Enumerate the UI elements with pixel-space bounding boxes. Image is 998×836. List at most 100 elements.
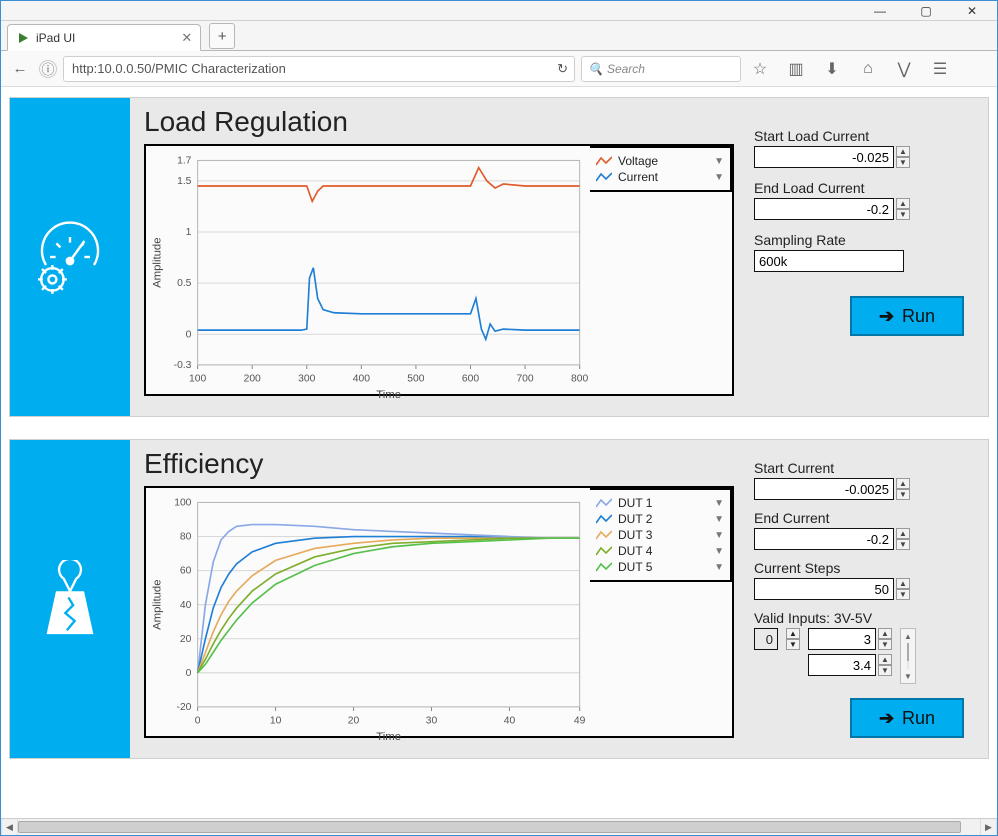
legend-item[interactable]: DUT 2 ▼ — [596, 512, 724, 526]
browser-tab[interactable]: iPad UI ✕ — [7, 24, 201, 51]
page-content: Load Regulation -0.300.511.51.7100200300… — [1, 87, 997, 835]
search-placeholder: Search — [607, 62, 645, 76]
run-button-label: Run — [902, 708, 935, 729]
library-icon[interactable]: ▥ — [783, 56, 809, 82]
downloads-icon[interactable]: ⬇ — [819, 56, 845, 82]
legend-item[interactable]: DUT 4 ▼ — [596, 544, 724, 558]
chart-column: Efficiency -2002040608010001020304049Tim… — [144, 446, 734, 744]
scroll-left-button[interactable]: ◀ — [1, 819, 18, 835]
search-bar[interactable]: 🔍 Search — [581, 56, 741, 82]
spin-down-button[interactable]: ▼ — [878, 665, 892, 676]
legend-swatch-icon — [596, 545, 612, 557]
browser-window: — ▢ ✕ iPad UI ✕ + ← ⓘ ↻ 🔍 Search ☆ ▥ ⬇ ⌂ — [0, 0, 998, 836]
legend-item[interactable]: DUT 1 ▼ — [596, 496, 724, 510]
identity-icon[interactable]: ⓘ — [39, 60, 57, 78]
scroll-down-button[interactable]: ▼ — [901, 669, 915, 683]
svg-text:1: 1 — [186, 227, 192, 238]
svg-text:10: 10 — [270, 715, 282, 726]
index-spin-down[interactable]: ▼ — [786, 639, 800, 650]
spin-down-button[interactable]: ▼ — [896, 209, 910, 220]
valid-inputs-index[interactable]: 0 — [754, 628, 778, 650]
tab-close-icon[interactable]: ✕ — [181, 30, 192, 46]
spin-up-button[interactable]: ▲ — [896, 198, 910, 209]
spin-down-button[interactable]: ▼ — [896, 589, 910, 600]
spin-up-button[interactable]: ▲ — [878, 628, 892, 639]
spin-down-button[interactable]: ▼ — [896, 539, 910, 550]
panel-title: Efficiency — [144, 448, 734, 480]
window-minimize-button[interactable]: — — [857, 1, 903, 20]
bookmark-star-icon[interactable]: ☆ — [747, 56, 773, 82]
legend-dropdown-icon[interactable]: ▼ — [714, 498, 724, 509]
window-maximize-button[interactable]: ▢ — [903, 1, 949, 20]
spin-up-button[interactable]: ▲ — [896, 578, 910, 589]
page-viewport: Load Regulation -0.300.511.51.7100200300… — [1, 87, 997, 835]
sampling-rate-label: Sampling Rate — [754, 232, 974, 248]
panel-icon-stripe — [10, 98, 130, 416]
legend-item[interactable]: DUT 5 ▼ — [596, 560, 724, 574]
run-button[interactable]: ➔ Run — [850, 296, 964, 336]
spin-up-button[interactable]: ▲ — [896, 478, 910, 489]
svg-text:Time: Time — [376, 731, 401, 743]
valid-inputs-row: 0 ▲ ▼ ▲▼ ▲▼ ▲ — [754, 628, 974, 684]
legend-item[interactable]: DUT 3 ▼ — [596, 528, 724, 542]
url-bar[interactable]: ↻ — [63, 56, 575, 82]
url-input[interactable] — [70, 60, 557, 77]
legend-dropdown-icon[interactable]: ▼ — [714, 172, 724, 183]
reload-icon[interactable]: ↻ — [557, 61, 568, 77]
spin-up-button[interactable]: ▲ — [896, 528, 910, 539]
legend-item[interactable]: Voltage ▼ — [596, 154, 724, 168]
new-tab-button[interactable]: + — [209, 23, 235, 49]
legend-dropdown-icon[interactable]: ▼ — [714, 562, 724, 573]
spin-down-button[interactable]: ▼ — [896, 157, 910, 168]
index-spin-up[interactable]: ▲ — [786, 628, 800, 639]
legend-dropdown-icon[interactable]: ▼ — [714, 156, 724, 167]
legend-label: DUT 2 — [618, 512, 652, 526]
gauge-gear-icon — [30, 217, 110, 297]
svg-text:700: 700 — [516, 373, 533, 384]
svg-text:500: 500 — [407, 373, 424, 384]
svg-text:80: 80 — [180, 532, 192, 543]
valid-inputs-scrollbar[interactable]: ▲ ▼ — [900, 628, 916, 684]
spin-up-button[interactable]: ▲ — [896, 146, 910, 157]
end-load-current-input[interactable] — [754, 198, 894, 220]
current-steps-input[interactable] — [754, 578, 894, 600]
legend-dropdown-icon[interactable]: ▼ — [714, 546, 724, 557]
start-load-current-input[interactable] — [754, 146, 894, 168]
end-current-input[interactable] — [754, 528, 894, 550]
legend-dropdown-icon[interactable]: ▼ — [714, 514, 724, 525]
current-steps-label: Current Steps — [754, 560, 974, 576]
legend-label: DUT 1 — [618, 496, 652, 510]
legend-label: Voltage — [618, 154, 658, 168]
svg-text:40: 40 — [180, 600, 192, 611]
legend-label: DUT 3 — [618, 528, 652, 542]
plot-area[interactable]: -2002040608010001020304049TimeAmplitude — [146, 488, 590, 736]
svg-text:-20: -20 — [177, 702, 192, 713]
svg-text:40: 40 — [504, 715, 516, 726]
horizontal-scrollbar[interactable]: ◀ ▶ — [1, 818, 997, 835]
legend-swatch-icon — [596, 561, 612, 573]
start-current-input[interactable] — [754, 478, 894, 500]
scroll-up-button[interactable]: ▲ — [901, 629, 915, 643]
valid-input-1[interactable] — [808, 654, 876, 676]
back-button[interactable]: ← — [7, 56, 33, 82]
sampling-rate-input[interactable] — [754, 250, 904, 272]
svg-text:1.7: 1.7 — [177, 156, 192, 167]
weight-crack-icon — [31, 560, 109, 638]
plot-area[interactable]: -0.300.511.51.7100200300400500600700800T… — [146, 146, 590, 394]
svg-text:600: 600 — [462, 373, 479, 384]
spin-up-button[interactable]: ▲ — [878, 654, 892, 665]
scroll-right-button[interactable]: ▶ — [980, 819, 997, 835]
spin-down-button[interactable]: ▼ — [878, 639, 892, 650]
legend-dropdown-icon[interactable]: ▼ — [714, 530, 724, 541]
spin-down-button[interactable]: ▼ — [896, 489, 910, 500]
run-button[interactable]: ➔ Run — [850, 698, 964, 738]
legend-swatch-icon — [596, 155, 612, 167]
window-close-button[interactable]: ✕ — [949, 1, 995, 20]
svg-text:20: 20 — [348, 715, 360, 726]
home-icon[interactable]: ⌂ — [855, 56, 881, 82]
valid-input-0[interactable] — [808, 628, 876, 650]
pocket-icon[interactable]: ⋁ — [891, 56, 917, 82]
legend-item[interactable]: Current ▼ — [596, 170, 724, 184]
hamburger-menu-icon[interactable]: ☰ — [927, 56, 953, 82]
svg-text:-0.3: -0.3 — [174, 360, 192, 371]
